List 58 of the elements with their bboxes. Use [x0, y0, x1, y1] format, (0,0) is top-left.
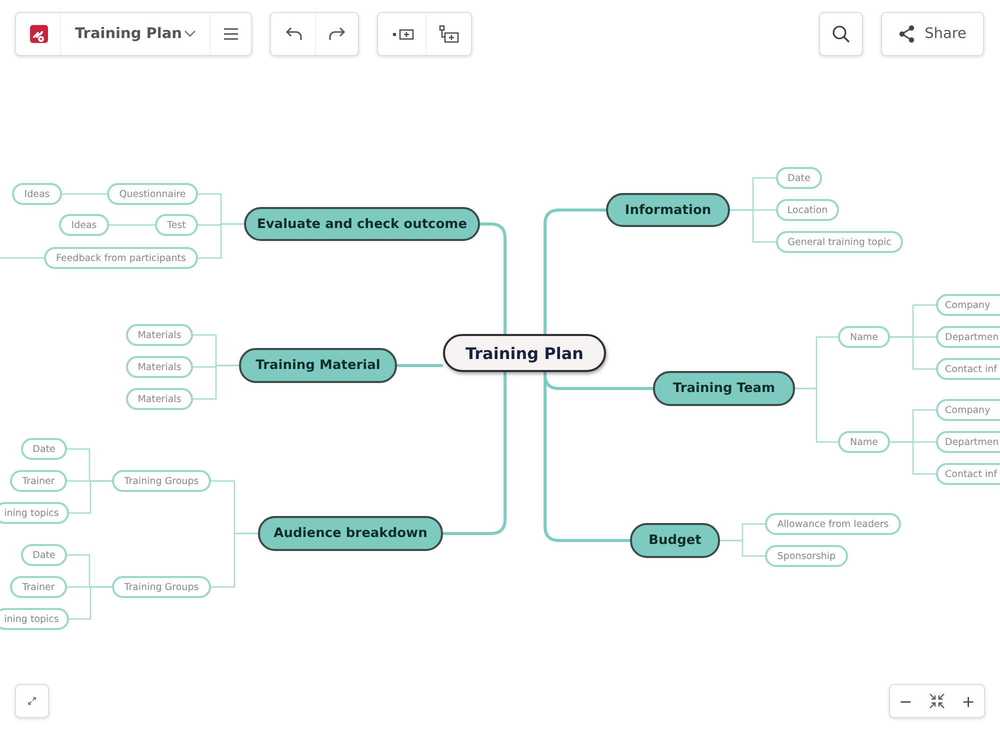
subtopic[interactable]: Contact inf: [936, 358, 1000, 380]
menu-icon: [222, 28, 239, 40]
subtopic[interactable]: Allowance from leaders: [765, 513, 901, 535]
subtopic[interactable]: Questionnaire: [107, 183, 198, 205]
subtopic[interactable]: General training topic: [776, 231, 903, 253]
app-logo-icon[interactable]: [30, 25, 48, 43]
subtopic[interactable]: Training Groups: [112, 470, 211, 492]
expand-arrows-icon: [28, 694, 36, 708]
subtopic[interactable]: Test: [155, 214, 198, 236]
add-node-icon: [392, 28, 414, 40]
subtopic[interactable]: Materials: [126, 324, 193, 346]
zoom-out-button[interactable]: −: [890, 685, 922, 717]
subtopic[interactable]: Date: [21, 438, 67, 460]
subtopic[interactable]: Date: [21, 544, 67, 566]
redo-icon: [328, 27, 346, 41]
connector-line: [397, 364, 443, 367]
subtopic[interactable]: Feedback from participants: [44, 247, 198, 269]
subtopic[interactable]: Materials: [126, 388, 193, 410]
connector-line: [109, 224, 155, 226]
subtopic[interactable]: Departmen: [936, 326, 1000, 348]
main-topic[interactable]: Training Material: [239, 348, 397, 383]
subtopic[interactable]: ining topics: [0, 502, 69, 524]
subtopic[interactable]: Contact inf: [936, 463, 1000, 485]
main-topic[interactable]: Budget: [630, 523, 720, 558]
subtopic[interactable]: Sponsorship: [765, 545, 848, 567]
share-icon: [898, 25, 915, 43]
main-topic[interactable]: Training Team: [653, 371, 795, 406]
subtopic[interactable]: Company: [936, 399, 1000, 421]
search-button[interactable]: [819, 12, 863, 56]
connector-line: [0, 257, 44, 259]
add-child-node-icon: [438, 25, 459, 43]
connector-line: [720, 540, 765, 557]
connector-line: [795, 388, 838, 443]
collapse-arrows-icon: [928, 692, 946, 710]
main-topic[interactable]: Evaluate and check outcome: [244, 207, 480, 241]
subtopic[interactable]: Trainer: [10, 576, 67, 598]
subtopic[interactable]: Departmen: [936, 431, 1000, 453]
subtopic[interactable]: ining topics: [0, 608, 69, 630]
subtopic[interactable]: Trainer: [10, 470, 67, 492]
subtopic[interactable]: Materials: [126, 356, 193, 378]
subtopic[interactable]: Ideas: [12, 183, 62, 205]
main-topic[interactable]: Information: [606, 193, 730, 227]
subtopic[interactable]: Name: [838, 326, 890, 348]
subtopic[interactable]: Company: [936, 294, 1000, 316]
search-icon: [832, 25, 850, 43]
main-topic[interactable]: Audience breakdown: [258, 516, 443, 551]
connector-line: [211, 532, 258, 588]
subtopic[interactable]: Training Groups: [112, 576, 211, 598]
subtopic[interactable]: Date: [776, 167, 822, 189]
connector-line: [62, 193, 107, 195]
zoom-in-button[interactable]: +: [952, 685, 984, 717]
central-topic[interactable]: Training Plan: [443, 334, 606, 372]
chevron-down-icon: [184, 30, 196, 38]
share-button[interactable]: Share: [881, 12, 984, 56]
undo-icon: [284, 27, 303, 41]
subtopic[interactable]: Name: [838, 431, 890, 453]
subtopic[interactable]: Location: [776, 199, 839, 221]
subtopic[interactable]: Ideas: [59, 214, 109, 236]
